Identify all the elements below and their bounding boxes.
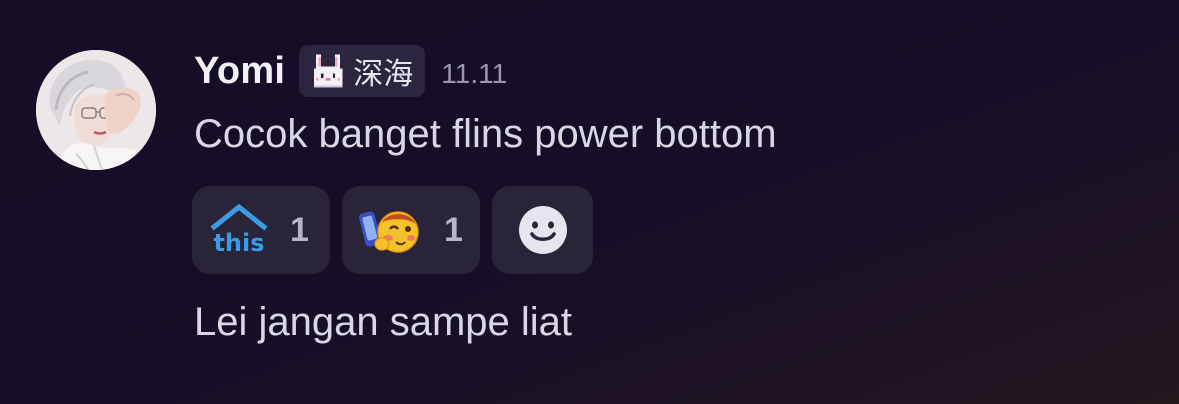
username[interactable]: Yomi bbox=[194, 50, 285, 93]
reaction-count: 1 bbox=[290, 210, 309, 249]
reactions-bar: this 1 1 bbox=[192, 186, 605, 274]
message-text: Cocok banget flins power bottom bbox=[194, 112, 777, 156]
svg-text:this: this bbox=[213, 229, 264, 257]
server-tag-label: 深海 bbox=[353, 57, 414, 92]
reaction-this[interactable]: this 1 bbox=[192, 186, 330, 274]
smiley-add-reaction-icon bbox=[518, 206, 567, 254]
server-tag[interactable]: 深海 bbox=[299, 45, 426, 97]
timestamp[interactable]: 11.11 bbox=[441, 58, 507, 90]
bunny-pixel-icon bbox=[314, 54, 343, 88]
blushing-face-phone-emoji bbox=[358, 211, 419, 253]
add-reaction-button[interactable] bbox=[492, 186, 593, 274]
message-text: Lei jangan sampe liat bbox=[194, 300, 573, 344]
reaction-blush[interactable]: 1 bbox=[342, 186, 480, 274]
chat-message: Yomi 深海 11.11 Cocok banget flins power b… bbox=[0, 0, 1179, 404]
message-header: Yomi 深海 11.11 bbox=[194, 44, 507, 98]
avatar[interactable] bbox=[36, 50, 156, 170]
reaction-count: 1 bbox=[444, 210, 463, 249]
this-emoji: this bbox=[210, 203, 268, 257]
